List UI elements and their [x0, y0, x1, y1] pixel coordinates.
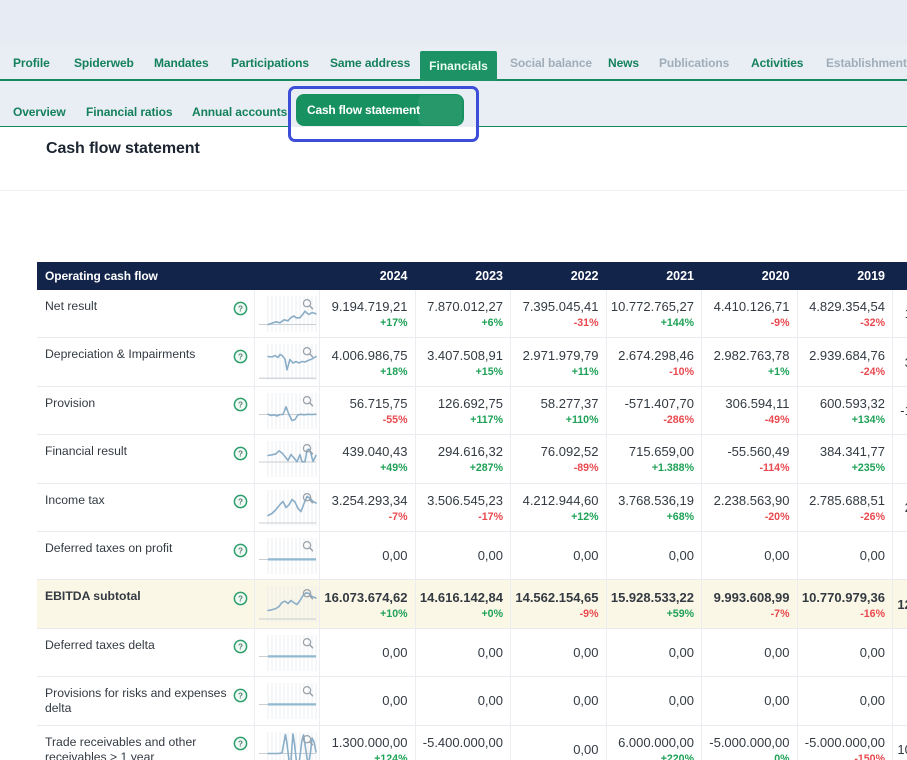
svg-text:?: ? [238, 401, 243, 410]
svg-text:?: ? [238, 643, 243, 652]
svg-text:?: ? [238, 304, 243, 313]
svg-text:?: ? [238, 740, 243, 749]
svg-text:?: ? [238, 546, 243, 555]
svg-text:?: ? [238, 691, 243, 700]
svg-text:?: ? [238, 352, 243, 361]
svg-text:?: ? [238, 498, 243, 507]
svg-text:?: ? [238, 594, 243, 603]
svg-text:?: ? [238, 449, 243, 458]
